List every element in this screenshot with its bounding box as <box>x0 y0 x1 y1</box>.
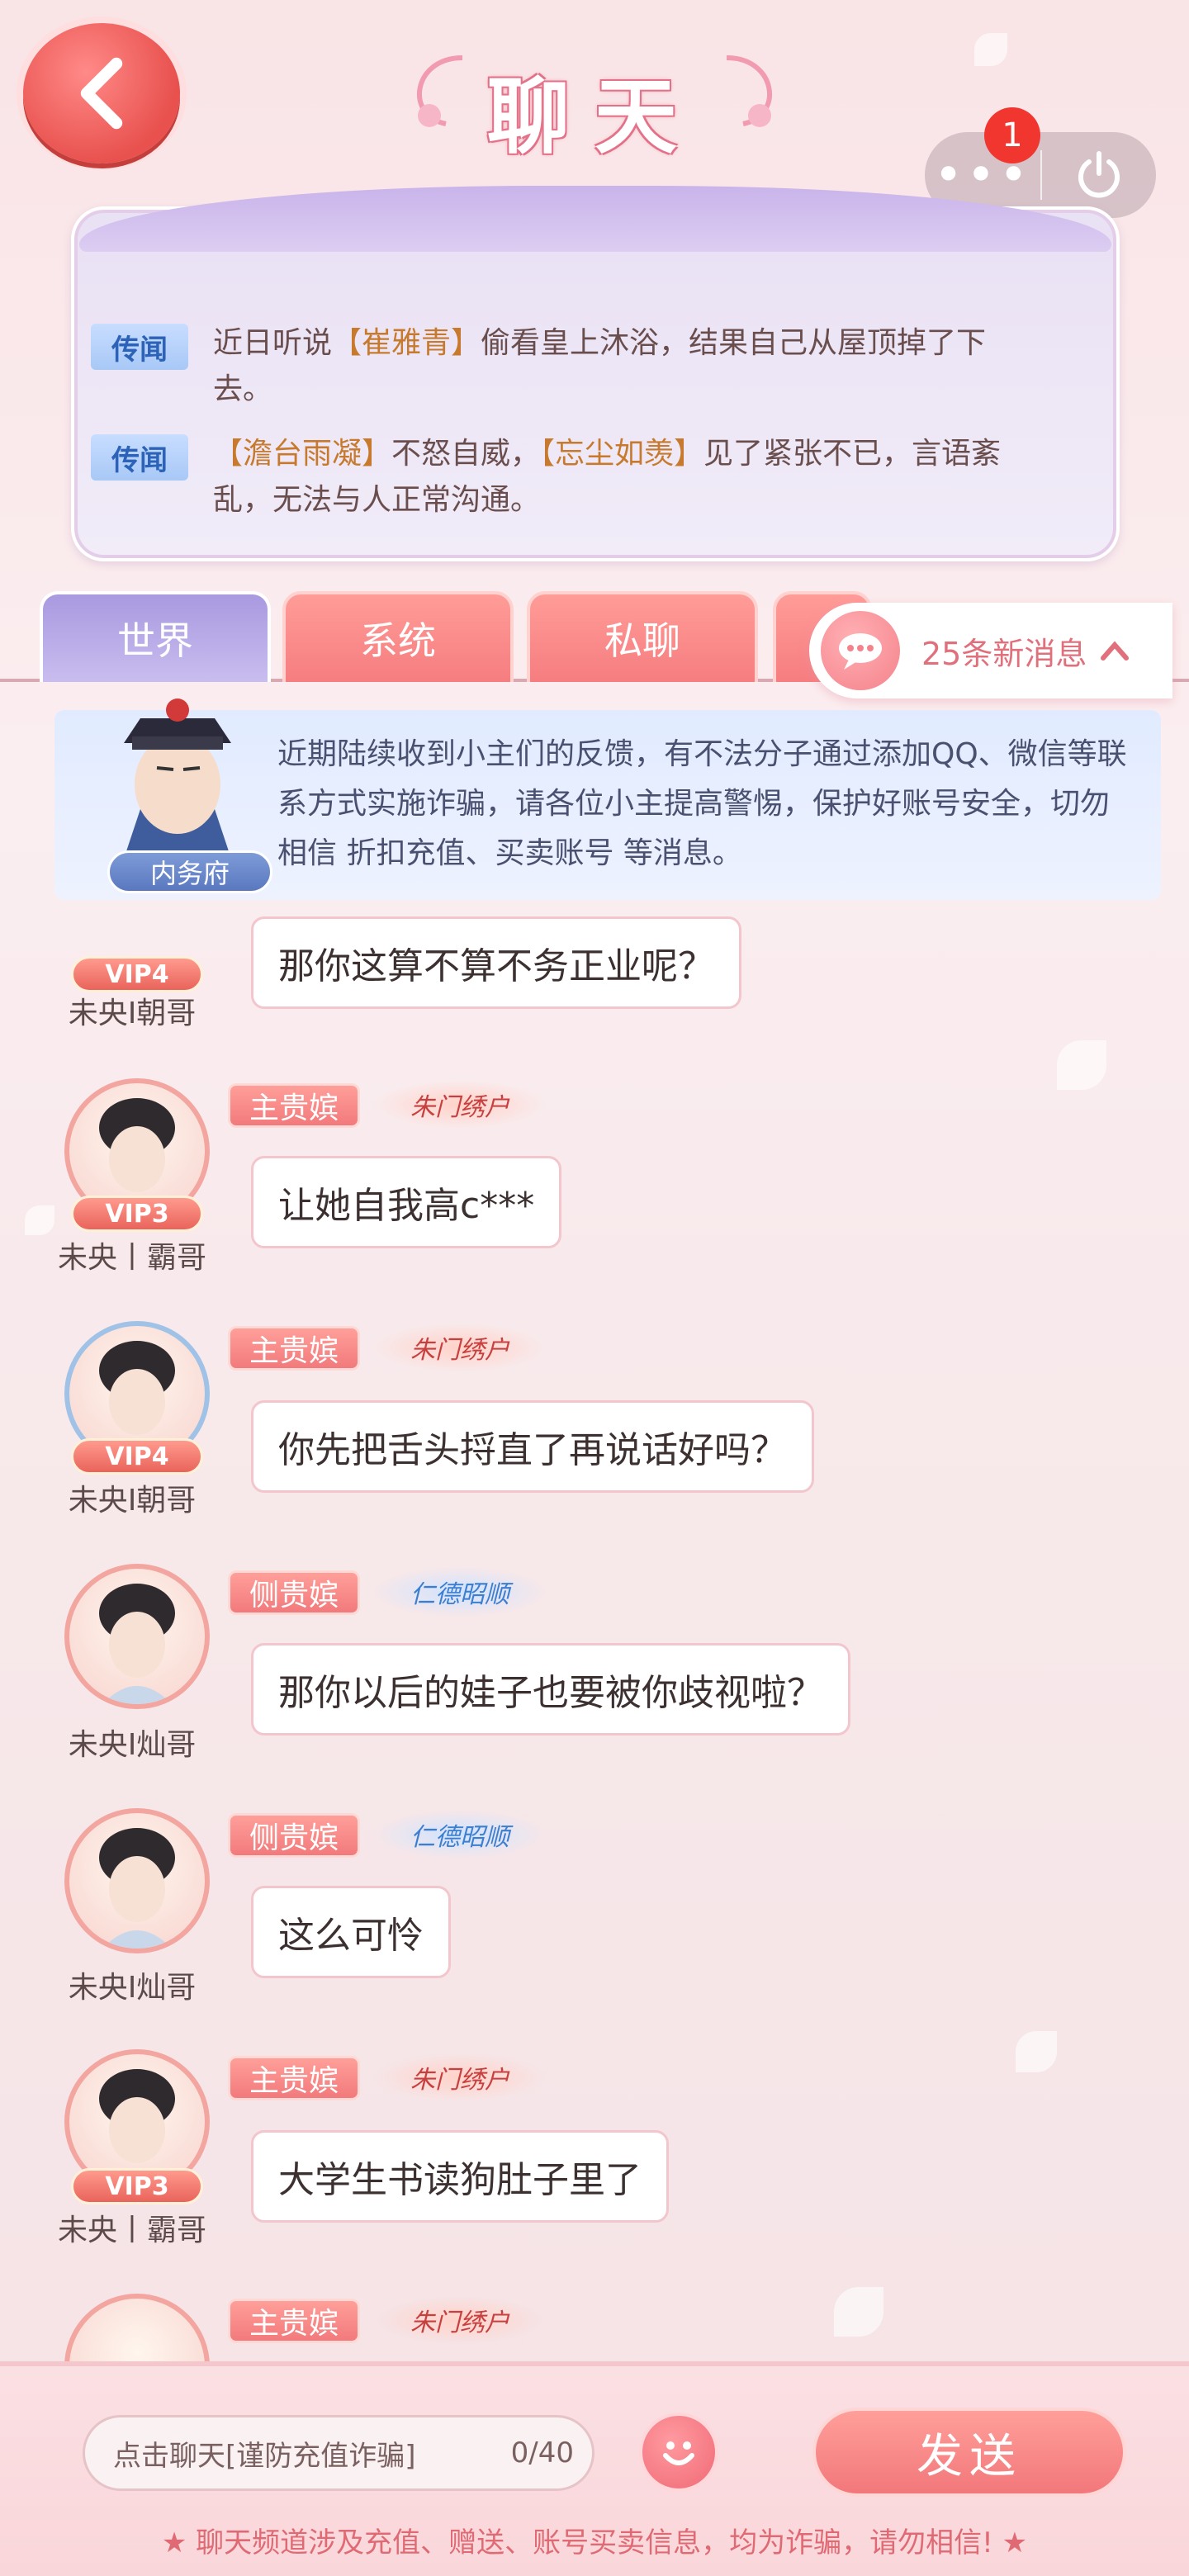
title-badge: 朱门绣户 <box>373 2295 547 2345</box>
vip-badge: VIP3 <box>71 2168 203 2204</box>
username[interactable]: 未央丨霸哥 <box>33 1234 231 1276</box>
new-messages-button[interactable]: 25条新消息 <box>809 603 1172 698</box>
petal-decoration <box>834 2287 883 2337</box>
petal-decoration <box>974 33 1007 66</box>
title-badge: 朱门绣户 <box>373 2053 547 2102</box>
rumor-item: 传闻 【澹台雨凝】不怒自威，【忘尘如羡】见了紧张不已，言语紊乱，无法与人正常沟通… <box>91 431 1032 523</box>
tab-private[interactable]: 私聊 <box>527 591 758 682</box>
rank-badge: 侧贵嫔 <box>228 1813 360 1858</box>
title-badge: 仁德昭顺 <box>373 1567 547 1617</box>
rumor-text: 近日听说【崔雅青】偷看皇上沐浴，结果自己从屋顶掉了下去。 <box>213 326 987 406</box>
vip-badge: VIP4 <box>71 1438 203 1475</box>
notice-text: 近期陆续收到小主们的反馈，有不法分子通过添加QQ、微信等联系方式实施诈骗，请各位… <box>277 737 1127 870</box>
rank-badge: 主贵嫔 <box>228 1083 360 1128</box>
message-bubble[interactable]: 大学生书读狗肚子里了 <box>251 2130 669 2223</box>
username[interactable]: 未央Ι灿哥 <box>33 1721 231 1764</box>
username[interactable]: 未央丨霸哥 <box>33 2206 231 2249</box>
smiley-icon <box>663 2441 694 2465</box>
send-button[interactable]: 发送 <box>812 2408 1126 2497</box>
chat-input[interactable]: 点击聊天[谨防充值诈骗] 0/40 <box>83 2415 594 2491</box>
title-badge: 朱门绣户 <box>373 1080 547 1129</box>
power-button[interactable] <box>1042 132 1156 218</box>
rank-badge: 主贵嫔 <box>228 2299 360 2343</box>
avatar[interactable] <box>64 1564 210 1709</box>
emoji-button[interactable] <box>639 2413 718 2492</box>
message-bubble[interactable]: 让她自我高c*** <box>251 1156 562 1248</box>
rank-badge: 主贵嫔 <box>228 1326 360 1371</box>
rank-badge: 主贵嫔 <box>228 2056 360 2100</box>
username[interactable]: 未央Ι朝哥 <box>33 989 231 1032</box>
avatar[interactable] <box>64 1808 210 1953</box>
tab-world[interactable]: 世界 <box>40 591 271 682</box>
vip-badge: VIP3 <box>71 1196 203 1232</box>
chat-input-placeholder: 点击聊天[谨防充值诈骗] <box>113 2439 416 2473</box>
star-icon: ★ <box>992 2526 1028 2559</box>
petal-decoration <box>1016 2031 1057 2072</box>
page-title-banner: 聊天 <box>396 25 793 165</box>
power-icon <box>1078 151 1120 198</box>
chat-bubble-icon <box>821 611 900 690</box>
rumor-item: 传闻 近日听说【崔雅青】偷看皇上沐浴，结果自己从屋顶掉了下去。 <box>91 320 1032 413</box>
chevron-left-icon <box>80 57 123 130</box>
notice-source-label: 内务府 <box>107 850 272 893</box>
message-bubble[interactable]: 那你这算不算不务正业呢？ <box>251 916 741 1009</box>
petal-decoration <box>25 1205 54 1235</box>
title-badge: 仁德昭顺 <box>373 1810 547 1859</box>
tab-system[interactable]: 系统 <box>282 591 514 682</box>
chevron-up-icon <box>1101 641 1130 661</box>
notification-badge: 1 <box>984 107 1040 163</box>
star-icon: ★ <box>161 2526 197 2559</box>
swirl-right-icon <box>726 55 772 127</box>
scam-warning: ★ 聊天频道涉及充值、赠送、账号买卖信息，均为诈骗，请勿相信! ★ <box>161 2526 1028 2559</box>
rank-badge: 侧贵嫔 <box>228 1570 360 1615</box>
back-button[interactable] <box>23 23 180 163</box>
message-bubble[interactable]: 那你以后的娃子也要被你歧视啦？ <box>251 1643 850 1735</box>
message-bubble[interactable]: 这么可怜 <box>251 1886 451 1978</box>
username[interactable]: 未央Ι朝哥 <box>33 1476 231 1519</box>
username[interactable]: 未央Ι灿哥 <box>33 1963 231 2006</box>
chat-input-counter: 0/40 <box>510 2436 574 2469</box>
title-badge: 朱门绣户 <box>373 1323 547 1372</box>
rumor-tag: 传闻 <box>91 434 188 481</box>
new-messages-label: 25条新消息 <box>921 635 1087 672</box>
vip-badge: VIP4 <box>71 956 203 992</box>
petal-decoration <box>1057 1040 1106 1090</box>
message-bubble[interactable]: 你先把舌头捋直了再说话好吗？ <box>251 1400 814 1493</box>
rumor-text: 【澹台雨凝】不怒自威，【忘尘如羡】见了紧张不已，言语紊乱，无法与人正常沟通。 <box>213 437 1002 517</box>
rumor-tag: 传闻 <box>91 324 188 370</box>
